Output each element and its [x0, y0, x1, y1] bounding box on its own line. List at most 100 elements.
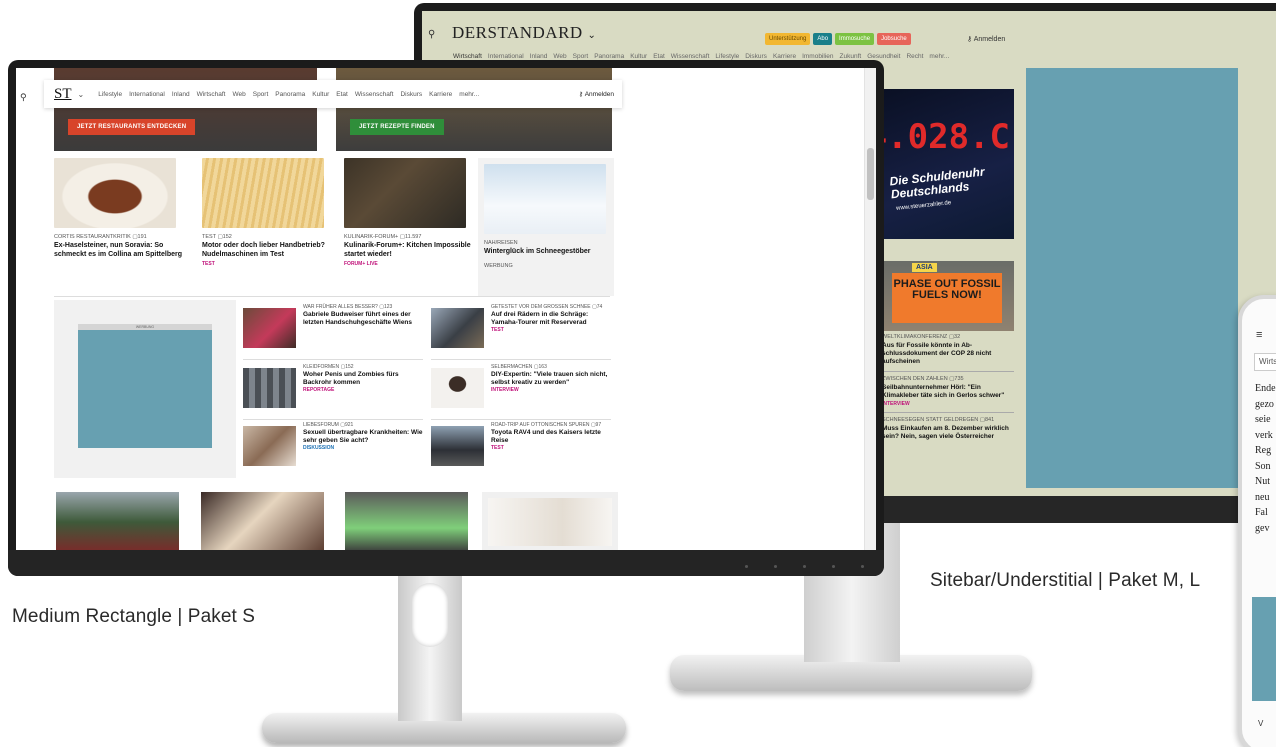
teaser-tag: TEST — [491, 327, 504, 333]
recipes-button[interactable]: JETZT REZEPTE FINDEN — [350, 119, 444, 135]
article-teaser[interactable]: SCHNEESEGEN STATT GELDREGEN ▢841 Muss Ei… — [882, 417, 1014, 441]
article-kicker: KULINARIK-FORUM+ ▢11.597 — [344, 234, 422, 240]
article-headline[interactable]: Winterglück im Schneegestöber — [484, 248, 608, 257]
article-teaser[interactable]: WELTKLIMAKONFERENZ ▢32 Aus für Fossile k… — [882, 334, 1014, 366]
chevron-down-icon[interactable]: ⌄ — [78, 90, 85, 99]
sponsored-card[interactable]: NAH/REISEN Winterglück im Schneegestöber… — [478, 158, 614, 296]
teaser-headline[interactable]: Toyota RAV4 und des Kaisers letzte Reise — [491, 429, 613, 444]
nav-item[interactable]: Recht — [906, 53, 923, 60]
nav-item[interactable]: Diskurs — [745, 53, 767, 60]
teaser[interactable]: SELBERMACHEN ▢163 DIY-Expertin: "Viele t… — [431, 364, 613, 420]
nav-item[interactable]: Web — [553, 53, 566, 60]
article-headline[interactable]: Muss Einkaufen am 8. Dezember wirklich s… — [882, 425, 1014, 441]
teaser[interactable]: KLEIDFORMEN ▢152 Woher Penis und Zombies… — [243, 364, 425, 420]
badge-support[interactable]: Unterstützung — [765, 33, 811, 45]
nav-item[interactable]: Wirtschaft — [453, 53, 482, 60]
article-kicker: SCHNEESEGEN STATT GELDREGEN ▢841 — [882, 417, 995, 423]
teaser-image — [243, 368, 296, 408]
debt-clock-label: Die Schuldenuhr Deutschlands — [888, 164, 986, 202]
key-icon: ⚷ — [578, 91, 584, 98]
teaser-headline[interactable]: DIY-Expertin: "Viele trauen sich nicht, … — [491, 371, 613, 386]
nav-item[interactable]: International — [129, 91, 165, 98]
sponsored-card[interactable] — [482, 492, 618, 550]
nav-item[interactable]: Inland — [172, 91, 190, 98]
restaurants-button[interactable]: JETZT RESTAURANTS ENTDECKEN — [68, 119, 196, 135]
nav-item[interactable]: Karriere — [773, 53, 796, 60]
menu-icon[interactable]: ≡ — [1256, 329, 1262, 341]
nav-item[interactable]: Lifestyle — [98, 91, 122, 98]
nav-item[interactable]: Diskurs — [400, 91, 422, 98]
article-image-debt-clock[interactable]: 4.028.C Die Schuldenuhr Deutschlands www… — [882, 89, 1014, 239]
nav-item[interactable]: Karriere — [429, 91, 452, 98]
article-image — [344, 158, 466, 228]
article-image[interactable] — [201, 492, 324, 550]
article-image[interactable] — [345, 492, 468, 550]
article-image[interactable] — [56, 492, 179, 550]
nav-item[interactable]: Panorama — [594, 53, 624, 60]
badge-jobsuche[interactable]: Jobsuche — [877, 33, 911, 45]
teaser-headline[interactable]: Sexuell übertragbare Krankheiten: Wie se… — [303, 429, 425, 444]
monitor-front-stand — [398, 575, 462, 721]
article-teaser[interactable]: ZWISCHEN DEN ZAHLEN ▢735 Seilbahnunterne… — [882, 376, 1014, 407]
chevron-down-icon[interactable]: ⌄ — [587, 30, 596, 41]
divider — [243, 359, 423, 360]
site-header: ⚲ DERSTANDARD ⌄ Unterstützung Abo Immosu… — [422, 11, 1276, 67]
section-divider — [54, 296, 610, 297]
nav-item[interactable]: Lifestyle — [715, 53, 739, 60]
text-line: Ende — [1255, 383, 1276, 394]
teaser[interactable]: WAR FRÜHER ALLES BESSER? ▢123 Gabriele B… — [243, 304, 425, 360]
nav-item[interactable]: Immobilien — [802, 53, 833, 60]
mobile-nav-tab[interactable]: Wirts — [1254, 353, 1276, 371]
nav-item[interactable]: Zukunft — [840, 53, 862, 60]
site-logo[interactable]: ST — [54, 86, 72, 103]
article-card[interactable]: KULINARIK-FORUM+ ▢11.597 Kulinarik-Forum… — [344, 158, 480, 267]
article-card[interactable]: TEST ▢152 Motor oder doch lieber Handbet… — [202, 158, 338, 267]
nav-item[interactable]: Kultur — [312, 91, 329, 98]
sitebar-ad[interactable] — [1026, 68, 1238, 488]
teaser-headline[interactable]: Gabriele Budweiser führt eines der letzt… — [303, 311, 425, 326]
article-image-protest[interactable]: ASIA PHASE OUT FOSSIL FUELS NOW! — [882, 261, 1014, 331]
nav-item[interactable]: Inland — [530, 53, 548, 60]
teaser[interactable]: LIEBESFORUM ▢921 Sexuell übertragbare Kr… — [243, 422, 423, 474]
nav-item[interactable]: Sport — [573, 53, 589, 60]
login-link[interactable]: ⚷ Anmelden — [967, 35, 1005, 43]
search-icon[interactable]: ⚲ — [20, 92, 27, 103]
divider — [243, 419, 423, 420]
nav-item[interactable]: Gesundheit — [867, 53, 900, 60]
search-icon[interactable]: ⚲ — [428, 29, 435, 40]
badge-immosuche[interactable]: Immosuche — [835, 33, 875, 45]
nav-item[interactable]: International — [488, 53, 524, 60]
nav-item[interactable]: mehr... — [459, 91, 479, 98]
article-headline[interactable]: Aus für Fossile könnte in Ab-schlussdoku… — [882, 342, 1014, 366]
login-link[interactable]: ⚷ Anmelden — [579, 90, 615, 98]
article-card[interactable]: CORTIS RESTAURANTKRITIK ▢191 Ex-Haselste… — [54, 158, 190, 259]
site-logo[interactable]: DERSTANDARD ⌄ — [452, 23, 596, 43]
mobile-device: ≡ Wirts Ende gezo seie verk Reg Son Nut … — [1238, 295, 1276, 747]
nav-item[interactable]: Kultur — [630, 53, 647, 60]
teaser-headline[interactable]: Auf drei Rädern in die Schräge: Yamaha-T… — [491, 311, 613, 326]
article-headline[interactable]: Kulinarik-Forum+: Kitchen Impossible sta… — [344, 242, 480, 259]
understitial-ad[interactable] — [1252, 597, 1276, 701]
teaser[interactable]: ROAD-TRIP AUF OTTONISCHEN SPUREN ▢97 Toy… — [431, 422, 611, 474]
article-headline[interactable]: Ex-Haselsteiner, nun Soravia: So schmeck… — [54, 242, 190, 259]
article-kicker: NAH/REISEN — [484, 240, 518, 246]
scrollbar-thumb[interactable] — [867, 148, 874, 200]
badge-abo[interactable]: Abo — [813, 33, 833, 45]
nav-item[interactable]: Web — [232, 91, 245, 98]
nav-item[interactable]: Etat — [336, 91, 348, 98]
nav-item[interactable]: mehr... — [929, 53, 949, 60]
article-headline[interactable]: Motor oder doch lieber Handbetrieb? Nude… — [202, 242, 338, 259]
nav-item[interactable]: Etat — [653, 53, 665, 60]
nav-item[interactable]: Wissenschaft — [355, 91, 394, 98]
teaser-image — [243, 426, 296, 466]
medium-rectangle-ad[interactable] — [78, 330, 212, 448]
sticky-nav: ST ⌄ Lifestyle International Inland Wirt… — [44, 80, 622, 108]
teaser[interactable]: GETESTET VOR DEM GROSSEN SCHNEE ▢74 Auf … — [431, 304, 613, 360]
nav-item[interactable]: Wissenschaft — [671, 53, 710, 60]
scrollbar[interactable] — [864, 68, 876, 550]
teaser-headline[interactable]: Woher Penis und Zombies fürs Backrohr ko… — [303, 371, 425, 386]
nav-item[interactable]: Wirtschaft — [197, 91, 226, 98]
nav-item[interactable]: Sport — [253, 91, 269, 98]
nav-item[interactable]: Panorama — [275, 91, 305, 98]
article-headline[interactable]: Seilbahnunternehmer Hörl: "Ein Klimakleb… — [882, 384, 1014, 400]
